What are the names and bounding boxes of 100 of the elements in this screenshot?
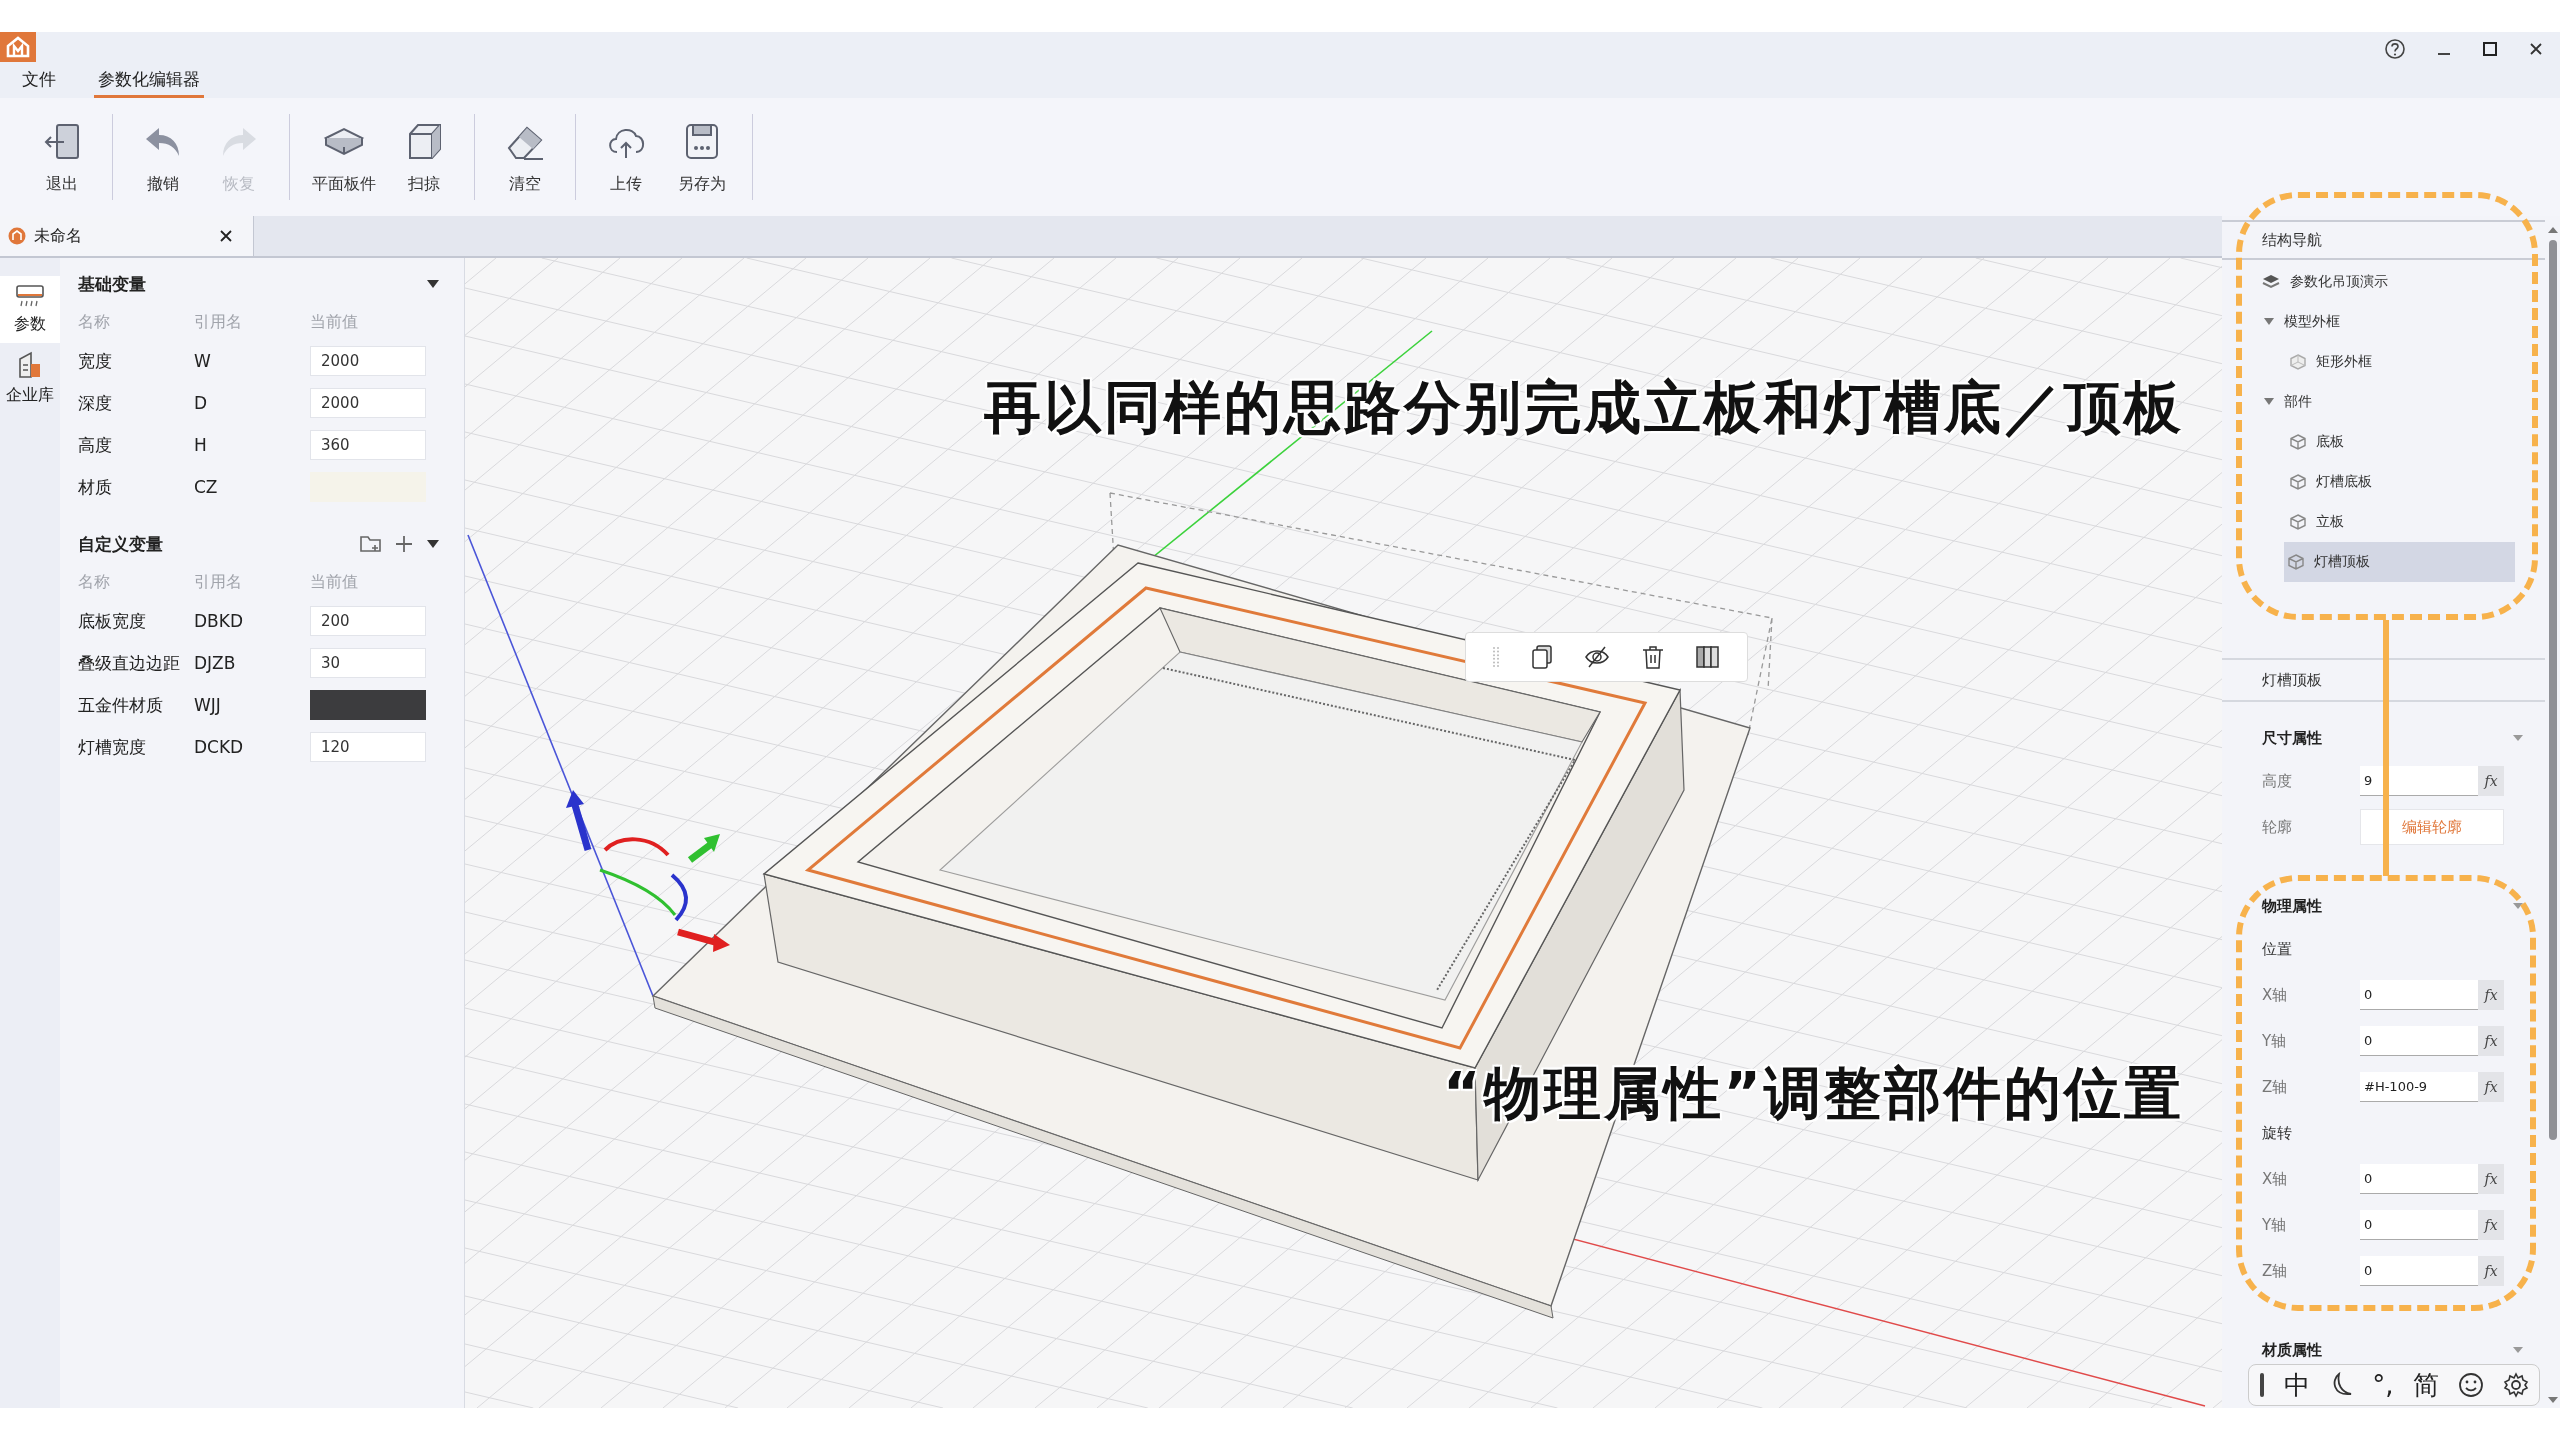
charset-toggle[interactable]: 简 bbox=[2412, 1367, 2439, 1403]
toolbar-button[interactable]: 平面板件 bbox=[304, 119, 384, 195]
cube-icon bbox=[2290, 514, 2306, 530]
variable-name: 灯槽宽度 bbox=[78, 735, 147, 759]
cube-icon bbox=[2288, 554, 2304, 570]
column-header: 引用名 bbox=[194, 571, 243, 593]
document-tab[interactable]: 未命名 bbox=[0, 216, 254, 256]
variable-name: 叠级直边边距 bbox=[78, 651, 181, 675]
cursor-icon[interactable] bbox=[2258, 1372, 2265, 1398]
variable-ref: CZ bbox=[194, 477, 219, 497]
help-icon[interactable] bbox=[2384, 38, 2406, 60]
variable-ref: W bbox=[194, 351, 212, 371]
column-header: 当前值 bbox=[310, 571, 359, 593]
tree-item[interactable]: 参数化吊顶演示 bbox=[2222, 262, 2515, 302]
side-tab[interactable]: 企业库 bbox=[0, 343, 60, 414]
scroll-up-icon[interactable] bbox=[2546, 226, 2559, 234]
toolbar-button[interactable]: 上传 bbox=[590, 119, 662, 195]
tree-item[interactable]: 灯槽底板 bbox=[2222, 462, 2515, 502]
document-title: 未命名 bbox=[34, 225, 82, 247]
formula-button[interactable]: fx bbox=[2478, 1072, 2504, 1102]
formula-button[interactable]: fx bbox=[2478, 1256, 2504, 1286]
smiley-icon[interactable] bbox=[2458, 1372, 2485, 1398]
scroll-down-icon[interactable] bbox=[2546, 1396, 2559, 1404]
toolbar-button[interactable]: 退出 bbox=[26, 119, 98, 195]
folder-add-icon[interactable] bbox=[360, 534, 382, 554]
section-title: 材质属性 bbox=[2262, 1340, 2322, 1360]
drag-handle-icon[interactable] bbox=[1491, 646, 1500, 668]
input-field[interactable]: 0 bbox=[2360, 1256, 2478, 1286]
formula-button[interactable]: fx bbox=[2478, 980, 2504, 1010]
copy-icon[interactable] bbox=[1531, 645, 1554, 669]
maximize-icon[interactable] bbox=[2482, 41, 2498, 57]
value-field[interactable]: 120 bbox=[310, 732, 426, 762]
variable-ref: WJJ bbox=[194, 695, 222, 715]
input-field[interactable]: 0 bbox=[2360, 980, 2478, 1010]
collapse-caret-icon[interactable] bbox=[426, 279, 440, 289]
cube-icon bbox=[2290, 434, 2306, 450]
variable-name: 底板宽度 bbox=[78, 609, 147, 633]
tree-item[interactable]: 灯槽顶板 bbox=[2284, 542, 2515, 582]
formula-button[interactable]: fx bbox=[2478, 1026, 2504, 1056]
caption-text: 再以同样的思路分别完成立板和灯槽底／顶板 bbox=[984, 373, 2184, 442]
field-label: Z轴 bbox=[2262, 1077, 2289, 1097]
value-field[interactable]: 360 bbox=[310, 430, 426, 460]
variable-ref: DBKD bbox=[194, 611, 244, 631]
field-label: Z轴 bbox=[2262, 1261, 2289, 1281]
value-field[interactable]: 2000 bbox=[310, 346, 426, 376]
toolbar-button[interactable]: 撤销 bbox=[127, 119, 199, 195]
material-swatch[interactable] bbox=[310, 690, 426, 720]
formula-button[interactable]: fx bbox=[2478, 1164, 2504, 1194]
add-icon[interactable] bbox=[394, 534, 414, 554]
tree-item[interactable]: 矩形外框 bbox=[2222, 342, 2515, 382]
variable-name: 深度 bbox=[78, 391, 113, 415]
side-tab[interactable]: 参数 bbox=[0, 276, 60, 343]
hide-icon[interactable] bbox=[1584, 645, 1611, 669]
formula-button[interactable]: fx bbox=[2478, 766, 2504, 796]
input-field[interactable]: 0 bbox=[2360, 1164, 2478, 1194]
section-title: 物理属性 bbox=[2262, 896, 2322, 916]
variable-name: 五金件材质 bbox=[78, 693, 164, 717]
column-header: 名称 bbox=[78, 571, 111, 593]
tree-item[interactable]: 模型外框 bbox=[2222, 302, 2515, 342]
expand-caret-icon[interactable] bbox=[2264, 318, 2274, 326]
input-field[interactable]: 0 bbox=[2360, 1210, 2478, 1240]
tree-item[interactable]: 部件 bbox=[2222, 382, 2515, 422]
expand-caret-icon[interactable] bbox=[2264, 398, 2274, 406]
air-conditioner-icon bbox=[15, 284, 45, 308]
scrollbar-thumb[interactable] bbox=[2548, 240, 2557, 1140]
value-field[interactable]: 2000 bbox=[310, 388, 426, 418]
tree-item[interactable]: 底板 bbox=[2222, 422, 2515, 462]
value-field[interactable]: 200 bbox=[310, 606, 426, 636]
group-label: 位置 bbox=[2262, 939, 2292, 959]
value-field[interactable]: 30 bbox=[310, 648, 426, 678]
section-title: 自定义变量 bbox=[78, 532, 163, 556]
variable-ref: H bbox=[194, 435, 208, 455]
close-icon[interactable] bbox=[2528, 41, 2544, 57]
column-header: 名称 bbox=[78, 311, 111, 333]
punctuation-toggle[interactable]: °, bbox=[2372, 1370, 2394, 1400]
collapse-caret-icon[interactable] bbox=[426, 539, 440, 549]
input-field[interactable]: 9 bbox=[2360, 766, 2478, 796]
variable-ref: D bbox=[194, 393, 209, 413]
settings-icon[interactable] bbox=[2503, 1372, 2530, 1398]
column-header: 引用名 bbox=[194, 311, 243, 333]
delete-icon[interactable] bbox=[1641, 645, 1664, 669]
menu-tab[interactable]: 文件 bbox=[18, 68, 60, 98]
input-field[interactable]: 0 bbox=[2360, 1026, 2478, 1056]
input-field[interactable]: #H-100-9 bbox=[2360, 1072, 2478, 1102]
close-icon[interactable] bbox=[219, 229, 233, 243]
variable-name: 高度 bbox=[78, 433, 113, 457]
layers-icon bbox=[2262, 274, 2280, 290]
variable-name: 宽度 bbox=[78, 349, 113, 373]
group-label: 旋转 bbox=[2262, 1123, 2292, 1143]
toolbar-button[interactable]: 另存为 bbox=[666, 119, 738, 195]
tree-item[interactable]: 立板 bbox=[2222, 502, 2515, 542]
columns-icon[interactable] bbox=[1695, 645, 1722, 669]
field-label: Y轴 bbox=[2262, 1215, 2288, 1235]
formula-button[interactable]: fx bbox=[2478, 1210, 2504, 1240]
field-label: X轴 bbox=[2262, 1169, 2289, 1189]
toolbar-button[interactable]: 清空 bbox=[489, 119, 561, 195]
input-mode-toggle[interactable]: 中 bbox=[2283, 1367, 2310, 1403]
column-header: 当前值 bbox=[310, 311, 359, 333]
field-label: 轮廓 bbox=[2262, 817, 2293, 837]
toolbar-button[interactable]: 扫掠 bbox=[388, 119, 460, 195]
